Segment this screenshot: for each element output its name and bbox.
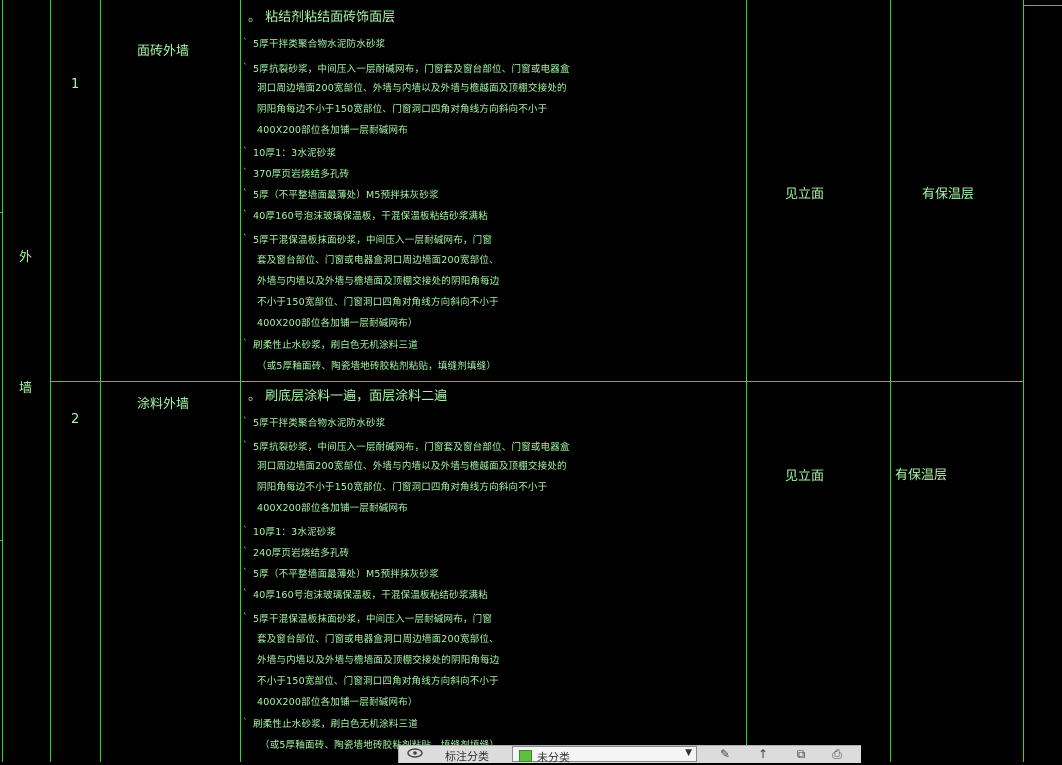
row-1-line: 不小于150宽部位、门窗洞口四角对角线方向斜向不小于 — [257, 297, 499, 308]
row-2-line: 5厚干拌类聚合物水泥防水砂浆 — [253, 418, 386, 429]
arrow-up-icon[interactable]: ↑ — [753, 747, 773, 761]
row-2-facade: 见立面 — [785, 469, 825, 484]
category-char-1: 外 — [19, 250, 33, 265]
chevron-down-icon: ▼ — [685, 748, 692, 758]
row-1-line: 5厚抗裂砂浆，中间压入一层耐碱网布，门窗套及窗台部位、门窗或电器盒 — [253, 64, 570, 75]
row-2-line: 套及窗台部位、门窗或电器盒洞口周边墙面200宽部位、 — [257, 634, 499, 645]
grid-line — [1023, 5, 1062, 6]
print-icon[interactable]: ⎙ — [827, 747, 847, 761]
row-1-title: 。 粘结剂粘结面砖饰面层 — [248, 10, 396, 25]
bullet-mark: ˋ — [243, 547, 248, 557]
bullet-mark: ˋ — [243, 589, 248, 599]
row-2-line: 400X200部位各加铺一层耐碱网布 — [257, 503, 408, 514]
row-2-line: 5厚干混保温板抹面砂浆，中间压入一层耐碱网布，门窗 — [253, 614, 493, 625]
row-2-title: 。 刷底层涂料一遍，面层涂料二遍 — [248, 389, 448, 404]
grid-line — [0, 212, 2, 213]
row-1-line: 400X200部位各加铺一层耐碱网布 — [257, 125, 408, 136]
row-2-name: 涂料外墙 — [137, 397, 190, 412]
bullet-mark: ˋ — [243, 613, 248, 623]
row-2-line: 240厚页岩烧结多孔砖 — [253, 548, 350, 559]
cad-drawing-canvas[interactable]: 外 墙 1 面砖外墙 。 粘结剂粘结面砖饰面层 见立面 有保温层 ˋ 5厚干拌类… — [0, 0, 1062, 762]
copy-icon[interactable]: ⧉ — [791, 747, 811, 761]
row-1-line: 洞口周边墙面200宽部位、外墙与内墙以及外墙与檐越面及顶棚交接处的 — [257, 83, 567, 94]
bullet-mark: ˋ — [243, 189, 248, 199]
row-2-line: 5厚抗裂砂浆，中间压入一层耐碱网布，门窗套及窗台部位、门窗或电器盒 — [253, 442, 570, 453]
row-1-line: 5厚干拌类聚合物水泥防水砂浆 — [253, 39, 386, 50]
row-1-insulation: 有保温层 — [922, 187, 975, 202]
grid-line — [2, 0, 3, 762]
row-2-line: 400X200部位各加铺一层耐碱网布） — [257, 697, 418, 708]
category-char-2: 墙 — [19, 381, 33, 396]
bullet-mark: ˋ — [243, 417, 248, 427]
bullet-mark: ˋ — [243, 63, 248, 73]
row-1-line: 阴阳角每边不小于150宽部位、门窗洞口四角对角线方向斜向不小于 — [257, 104, 548, 115]
bullet-mark: ˋ — [243, 38, 248, 48]
row-1-index: 1 — [71, 77, 80, 92]
layer-select-value: 未分类 — [537, 751, 570, 764]
bullet-mark: ˋ — [243, 441, 248, 451]
row-2-index: 2 — [71, 412, 80, 427]
row-1-line: 40厚160号泡沫玻璃保温板，干混保温板粘结砂浆满粘 — [253, 211, 488, 222]
bullet-mark: ˋ — [243, 568, 248, 578]
grid-line — [0, 540, 2, 541]
row-2-line: 阴阳角每边不小于150宽部位、门窗洞口四角对角线方向斜向不小于 — [257, 482, 548, 493]
row-1-line: 5厚干混保温板抹面砂浆，中间压入一层耐碱网布，门窗 — [253, 235, 493, 246]
eye-icon[interactable] — [405, 747, 425, 761]
row-2-line: 10厚1：3水泥砂浆 — [253, 527, 337, 538]
row-divider — [50, 381, 1023, 382]
row-1-line: 外墙与内墙以及外墙与檐墙面及顶棚交接处的阴阳角每边 — [257, 276, 500, 287]
row-1-line: 套及窗台部位、门窗或电器盒洞口周边墙面200宽部位、 — [257, 255, 499, 266]
annotation-toolbar: 标注分类 未分类 ▼ ✎ ↑ ⧉ ⎙ — [398, 745, 861, 764]
row-2-insulation: 有保温层 — [895, 468, 948, 483]
row-2-line: 不小于150宽部位、门窗洞口四角对角线方向斜向不小于 — [257, 676, 499, 687]
pen-icon[interactable]: ✎ — [715, 747, 735, 761]
row-1-line: 400X200部位各加铺一层耐碱网布） — [257, 318, 418, 329]
row-2-line: 洞口周边墙面200宽部位、外墙与内墙以及外墙与檐越面及顶棚交接处的 — [257, 461, 567, 472]
bullet-mark: ˋ — [243, 718, 248, 728]
bullet-mark: ˋ — [243, 147, 248, 157]
row-2-line: 40厚160号泡沫玻璃保温板，干混保温板粘结砂浆满粘 — [253, 590, 488, 601]
bullet-mark: ˋ — [243, 168, 248, 178]
row-1-line: 刷柔性止水砂浆，刷白色无机涂料三道 — [253, 340, 418, 351]
bullet-mark: ˋ — [243, 526, 248, 536]
row-2-line: 外墙与内墙以及外墙与檐墙面及顶棚交接处的阴阳角每边 — [257, 655, 500, 666]
row-1-line: 5厚（不平整墙面最薄处）M5预拌抹灰砂浆 — [253, 190, 439, 201]
layer-select[interactable]: 未分类 ▼ — [512, 746, 697, 764]
grid-line — [1023, 0, 1024, 762]
row-2-line: 刷柔性止水砂浆，刷白色无机涂料三道 — [253, 719, 418, 730]
layer-color-swatch — [519, 750, 532, 762]
row-1-name: 面砖外墙 — [137, 44, 190, 59]
row-1-line: 10厚1：3水泥砂浆 — [253, 148, 337, 159]
row-2-line: 5厚（不平整墙面最薄处）M5预拌抹灰砂浆 — [253, 569, 439, 580]
row-1-line: 370厚页岩烧结多孔砖 — [253, 169, 350, 180]
row-1-facade: 见立面 — [785, 187, 825, 202]
bullet-mark: ˋ — [243, 339, 248, 349]
row-1-line: （或5厚釉面砖、陶瓷墙地砖胶粘剂粘贴，填缝剂填缝） — [257, 361, 497, 372]
bullet-mark: ˋ — [243, 210, 248, 220]
bullet-mark: ˋ — [243, 234, 248, 244]
